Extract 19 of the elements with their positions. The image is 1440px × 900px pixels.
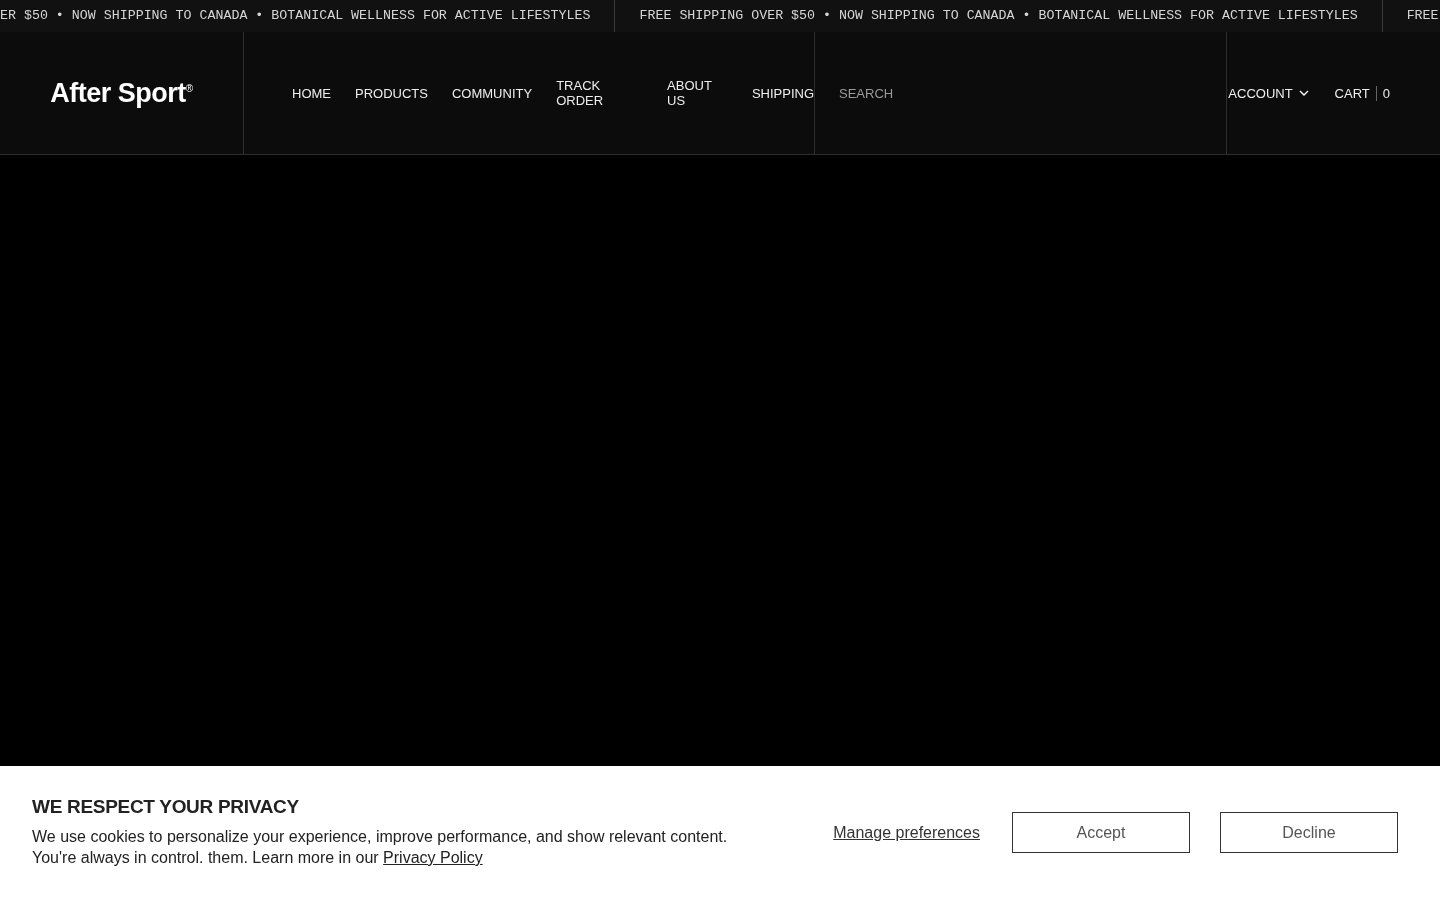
nav-link[interactable]: ABOUT US [667,78,728,108]
brand-logo[interactable]: After Sport$^{®}$ [50,77,193,109]
manage-preferences-link[interactable]: Manage preferences [833,823,980,842]
nav-link[interactable]: PRODUCTS [355,85,428,101]
chevron-down-icon [1298,90,1309,96]
account-menu[interactable]: ACCOUNT [1228,85,1309,101]
cart-link[interactable]: CART 0 [1334,85,1390,101]
banner-text: We use cookies to personalize your experience, improve performance, and show relevant content. You're always in control. them. Learn more in our Privacy Policy [32,827,729,868]
nav-link[interactable]: HOME [292,85,331,101]
search-field[interactable]: SEARCH [839,85,1139,101]
cart-count: 0 [1375,85,1390,101]
privacy-policy-link[interactable]: Privacy Policy [383,849,483,866]
nav-link[interactable]: TRACK ORDER [556,78,644,108]
announcement-text: FREE [1405,7,1440,25]
banner-button[interactable]: Decline [1220,812,1398,853]
banner-button[interactable]: Accept [1012,812,1190,853]
nav-link[interactable]: SHIPPING [751,85,814,101]
banner-title: WE RESPECT YOUR PRIVACY [32,796,300,818]
nav-link[interactable]: COMMUNITY [451,85,533,101]
